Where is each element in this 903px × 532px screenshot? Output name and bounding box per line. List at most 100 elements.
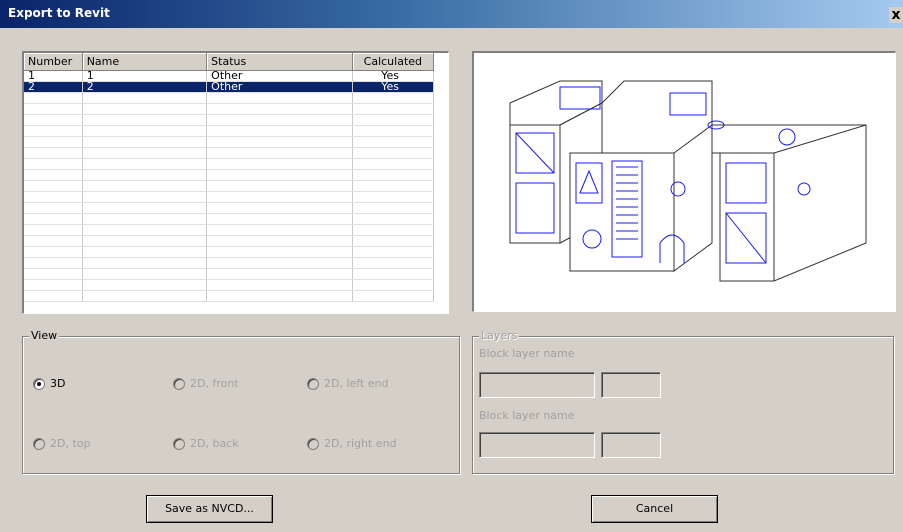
cell-empty <box>352 103 435 115</box>
cell-empty <box>206 136 353 148</box>
table-row-empty[interactable] <box>24 224 435 236</box>
cell-empty <box>82 257 208 269</box>
cell-empty <box>206 180 353 192</box>
table-row-selected[interactable]: 2 2 Other Yes <box>24 81 435 93</box>
table-row-empty[interactable] <box>24 235 435 247</box>
cell-empty <box>206 246 353 258</box>
table-row-empty[interactable] <box>24 158 435 170</box>
block-layer-name-field-2[interactable] <box>479 432 595 458</box>
window-title: Export to Revit <box>8 6 110 20</box>
cell-empty <box>206 103 353 115</box>
cell-empty <box>24 202 83 214</box>
radio-3d[interactable]: 3D <box>33 377 65 390</box>
table-row-empty[interactable] <box>24 290 435 302</box>
column-header-name[interactable]: Name <box>82 53 208 71</box>
table-row-empty[interactable] <box>24 103 435 115</box>
units-table[interactable]: Number Name Status Calculated 1 1 Other … <box>22 51 449 314</box>
cell-empty <box>206 279 353 291</box>
table-row-empty[interactable] <box>24 191 435 203</box>
table-row[interactable]: 1 1 Other Yes <box>24 70 435 82</box>
radio-label: 2D, front <box>190 377 239 390</box>
cell-empty <box>206 235 353 247</box>
cell-empty <box>82 290 208 302</box>
radio-indicator <box>33 377 45 390</box>
radio-label: 2D, top <box>50 437 91 450</box>
radio-2d-front[interactable]: 2D, front <box>173 377 239 390</box>
table-row-empty[interactable] <box>24 202 435 214</box>
cell-calculated: Yes <box>352 70 435 82</box>
view-group: View 3D 2D, front 2D, left end 2D, top 2… <box>22 329 460 474</box>
radio-2d-top[interactable]: 2D, top <box>33 437 91 450</box>
cell-empty <box>82 180 208 192</box>
cell-empty <box>24 279 83 291</box>
save-as-nvcd-button[interactable]: Save as NVCD... <box>146 495 273 523</box>
table-row-empty[interactable] <box>24 279 435 291</box>
cell-empty <box>82 224 208 236</box>
radio-label: 2D, left end <box>324 377 389 390</box>
cell-empty <box>24 125 83 137</box>
cell-empty <box>206 224 353 236</box>
cell-empty <box>82 279 208 291</box>
cell-empty <box>352 169 435 181</box>
cell-empty <box>82 202 208 214</box>
block-layer-name-field-1[interactable] <box>479 372 595 398</box>
table-row-empty[interactable] <box>24 257 435 269</box>
table-row-empty[interactable] <box>24 268 435 280</box>
radio-2d-left-end[interactable]: 2D, left end <box>307 377 389 390</box>
column-header-status[interactable]: Status <box>206 53 353 71</box>
cell-empty <box>352 147 435 159</box>
cell-empty <box>352 246 435 258</box>
cell-empty <box>352 257 435 269</box>
table-row-empty[interactable] <box>24 136 435 148</box>
cell-empty <box>82 158 208 170</box>
cell-empty <box>206 268 353 280</box>
column-header-calculated[interactable]: Calculated <box>352 53 435 71</box>
radio-label: 2D, right end <box>324 437 397 450</box>
cell-empty <box>24 246 83 258</box>
cell-empty <box>24 92 83 104</box>
cell-empty <box>82 191 208 203</box>
table-row-empty[interactable] <box>24 180 435 192</box>
radio-2d-back[interactable]: 2D, back <box>173 437 239 450</box>
radio-indicator <box>307 377 319 390</box>
cell-empty <box>206 191 353 203</box>
table-row-empty[interactable] <box>24 125 435 137</box>
table-row-empty[interactable] <box>24 114 435 126</box>
cell-empty <box>82 246 208 258</box>
block-layer-color-field-1[interactable] <box>601 372 661 398</box>
radio-indicator <box>173 377 185 390</box>
radio-label: 3D <box>50 377 66 390</box>
table-row-empty[interactable] <box>24 213 435 225</box>
table-row-empty[interactable] <box>24 147 435 159</box>
block-layer-label-2: Block layer name <box>479 409 575 422</box>
block-layer-color-field-2[interactable] <box>601 432 661 458</box>
radio-2d-right-end[interactable]: 2D, right end <box>307 437 397 450</box>
close-button[interactable]: x <box>889 7 903 23</box>
radio-label: 2D, back <box>190 437 239 450</box>
cell-empty <box>206 213 353 225</box>
table-row-empty[interactable] <box>24 169 435 181</box>
cell-empty <box>24 191 83 203</box>
cell-empty <box>352 180 435 192</box>
table-row-empty[interactable] <box>24 246 435 258</box>
cell-empty <box>82 235 208 247</box>
cell-empty <box>82 114 208 126</box>
title-bar: Export to Revit x <box>0 0 903 28</box>
cell-empty <box>352 290 435 302</box>
cell-calculated: Yes <box>352 81 435 93</box>
table-row-empty[interactable] <box>24 92 435 104</box>
cell-empty <box>206 202 353 214</box>
cell-number: 2 <box>24 81 83 93</box>
cell-empty <box>352 136 435 148</box>
cell-empty <box>82 136 208 148</box>
unit-preview <box>472 51 896 312</box>
cancel-button[interactable]: Cancel <box>591 495 718 523</box>
cell-empty <box>206 257 353 269</box>
cell-empty <box>24 114 83 126</box>
cell-empty <box>352 191 435 203</box>
cell-name: 2 <box>82 81 208 93</box>
cell-empty <box>82 103 208 115</box>
layers-group-label: Layers <box>479 329 520 342</box>
column-header-number[interactable]: Number <box>24 53 83 71</box>
layers-group: Layers Block layer name Block layer name <box>472 329 894 474</box>
